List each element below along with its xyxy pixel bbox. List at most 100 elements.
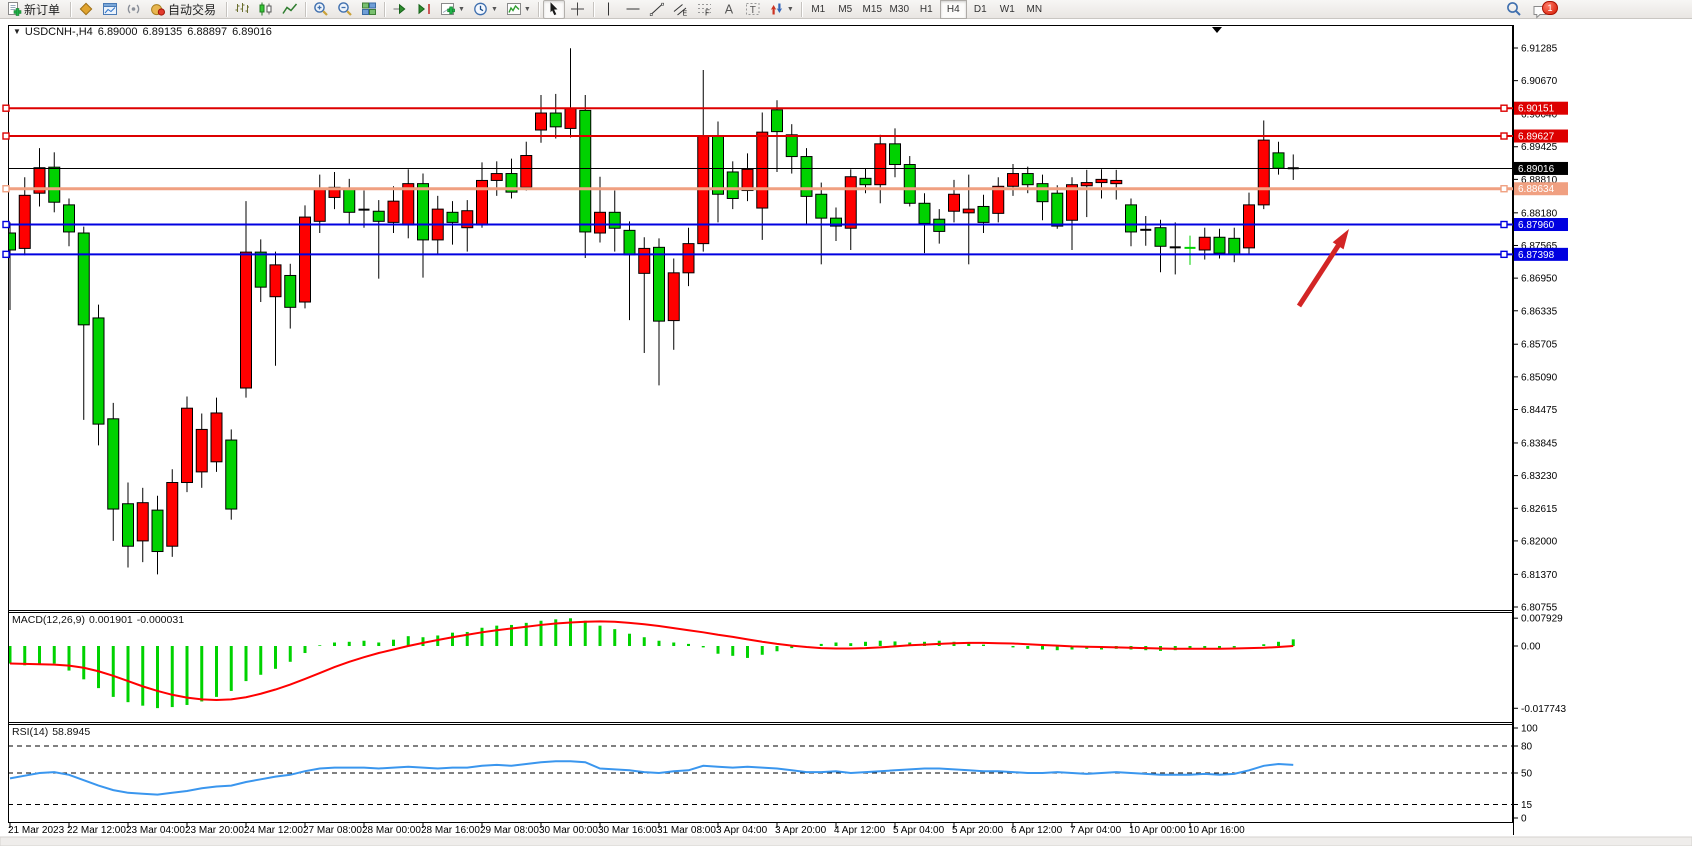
text-button[interactable]: A xyxy=(718,0,740,19)
svg-text:10 Apr 16:00: 10 Apr 16:00 xyxy=(1188,825,1245,836)
toolbar-group: ▼ ▼ ▼ xyxy=(388,0,535,19)
new-chart-button[interactable]: ▼ xyxy=(437,0,468,19)
auto-scroll-button[interactable] xyxy=(389,0,411,19)
autotrading-label: 自动交易 xyxy=(168,1,216,18)
line-chart-button[interactable] xyxy=(279,0,301,19)
chevron-down-icon[interactable]: ▼ xyxy=(458,6,465,13)
new-order-icon xyxy=(6,1,22,17)
new-chart-icon xyxy=(440,1,456,17)
timeframe-h4-button[interactable]: H4 xyxy=(940,0,967,19)
chat-button[interactable]: 1 xyxy=(1532,3,1552,20)
line-handle[interactable] xyxy=(1501,222,1507,228)
timeframe-m30-button[interactable]: M30 xyxy=(886,0,913,19)
trend-line-icon xyxy=(649,1,665,17)
svg-text:7 Apr 04:00: 7 Apr 04:00 xyxy=(1070,825,1122,836)
candlestick-chart-button[interactable] xyxy=(255,0,277,19)
time-axis[interactable]: 21 Mar 202322 Mar 12:0023 Mar 04:0023 Ma… xyxy=(8,823,1245,836)
line-handle[interactable] xyxy=(3,222,9,228)
chevron-down-icon[interactable]: ▼ xyxy=(491,6,498,13)
timeframe-w1-button[interactable]: W1 xyxy=(994,0,1021,19)
svg-text:0.007929: 0.007929 xyxy=(1521,614,1563,625)
svg-text:80: 80 xyxy=(1521,742,1533,753)
toolbar-group: 新订单 xyxy=(2,0,67,19)
tile-windows-button[interactable] xyxy=(358,0,380,19)
bar-chart-button[interactable] xyxy=(231,0,253,19)
line-handle[interactable] xyxy=(3,186,9,192)
line-handle[interactable] xyxy=(1501,133,1507,139)
cursor-icon xyxy=(546,1,562,17)
signals-button[interactable] xyxy=(123,0,145,19)
line-handle[interactable] xyxy=(1501,186,1507,192)
quote-open: 6.89000 xyxy=(98,26,138,38)
svg-text:6.91285: 6.91285 xyxy=(1521,44,1558,55)
periods-icon xyxy=(473,1,489,17)
tile-windows-icon xyxy=(361,1,377,17)
chart-canvas[interactable]: 6.912856.906706.900406.894256.888106.881… xyxy=(0,25,1692,846)
trend-line-button[interactable] xyxy=(646,0,668,19)
timeframe-m15-button[interactable]: M15 xyxy=(859,0,886,19)
timeframe-mn-button[interactable]: MN xyxy=(1021,0,1048,19)
bottom-strip xyxy=(0,837,1692,846)
zoom-out-button[interactable] xyxy=(334,0,356,19)
crosshair-button[interactable] xyxy=(567,0,589,19)
crosshair-icon xyxy=(570,1,586,17)
timeframe-m5-button[interactable]: M5 xyxy=(832,0,859,19)
cursor-button[interactable] xyxy=(543,0,565,19)
timeframe-d1-button[interactable]: D1 xyxy=(967,0,994,19)
toolbar-group: E FAT ▼ xyxy=(597,0,798,19)
svg-text:30 Mar 16:00: 30 Mar 16:00 xyxy=(598,825,657,836)
svg-text:28 Mar 00:00: 28 Mar 00:00 xyxy=(362,825,421,836)
toolbar-separator xyxy=(384,2,385,17)
timeframe-group: M1M5M15M30H1H4D1W1MN xyxy=(805,0,1048,19)
svg-text:6.89627: 6.89627 xyxy=(1518,132,1555,143)
svg-text:100: 100 xyxy=(1521,724,1538,735)
toolbar-separator xyxy=(305,2,306,17)
search-icon[interactable] xyxy=(1506,1,1522,22)
line-handle[interactable] xyxy=(3,105,9,111)
autotrading-icon xyxy=(150,1,166,17)
macd-params: (12,26,9) xyxy=(43,614,85,626)
zoom-in-button[interactable] xyxy=(310,0,332,19)
line-handle[interactable] xyxy=(3,251,9,257)
fibonacci-button[interactable]: F xyxy=(694,0,716,19)
svg-text:15: 15 xyxy=(1521,800,1533,811)
svg-text:24 Mar 12:00: 24 Mar 12:00 xyxy=(244,825,303,836)
periods-button[interactable]: ▼ xyxy=(470,0,501,19)
timeframe-m1-button[interactable]: M1 xyxy=(805,0,832,19)
zoom-in-icon xyxy=(313,1,329,17)
fibonacci-icon: F xyxy=(697,1,713,17)
svg-text:6.81370: 6.81370 xyxy=(1521,570,1558,581)
auto-scroll-icon xyxy=(392,1,408,17)
timeframe-h1-button[interactable]: H1 xyxy=(913,0,940,19)
line-handle[interactable] xyxy=(1501,251,1507,257)
market-watch-button[interactable] xyxy=(99,0,121,19)
new-order-button[interactable]: 新订单 xyxy=(3,0,66,19)
rsi-value: 58.8945 xyxy=(52,726,90,738)
svg-text:29 Mar 08:00: 29 Mar 08:00 xyxy=(480,825,539,836)
horizontal-line-button[interactable] xyxy=(622,0,644,19)
collapse-triangle-icon[interactable]: ▼ xyxy=(13,27,21,36)
line-handle[interactable] xyxy=(1501,105,1507,111)
chart-shift-button[interactable] xyxy=(413,0,435,19)
vertical-line-button[interactable] xyxy=(598,0,620,19)
svg-text:F: F xyxy=(705,9,710,18)
arrow-objects-button[interactable]: ▼ xyxy=(766,0,797,19)
toolbar-separator xyxy=(593,2,594,17)
svg-text:3 Apr 04:00: 3 Apr 04:00 xyxy=(716,825,768,836)
line-chart-icon xyxy=(282,1,298,17)
svg-text:6.82000: 6.82000 xyxy=(1521,536,1558,547)
templates-button[interactable]: ▼ xyxy=(503,0,534,19)
svg-text:3 Apr 20:00: 3 Apr 20:00 xyxy=(775,825,827,836)
signals-icon xyxy=(126,1,142,17)
svg-text:6.84475: 6.84475 xyxy=(1521,405,1558,416)
metaeditor-button[interactable] xyxy=(75,0,97,19)
equidistant-channel-button[interactable]: E xyxy=(670,0,692,19)
svg-text:0.00: 0.00 xyxy=(1521,642,1541,653)
arrow-objects-icon xyxy=(769,1,785,17)
line-handle[interactable] xyxy=(3,133,9,139)
chevron-down-icon[interactable]: ▼ xyxy=(524,6,531,13)
chevron-down-icon[interactable]: ▼ xyxy=(787,6,794,13)
text-label-button[interactable]: T xyxy=(742,0,764,19)
toolbar-separator xyxy=(226,2,227,17)
autotrading-button[interactable]: 自动交易 xyxy=(147,0,222,19)
